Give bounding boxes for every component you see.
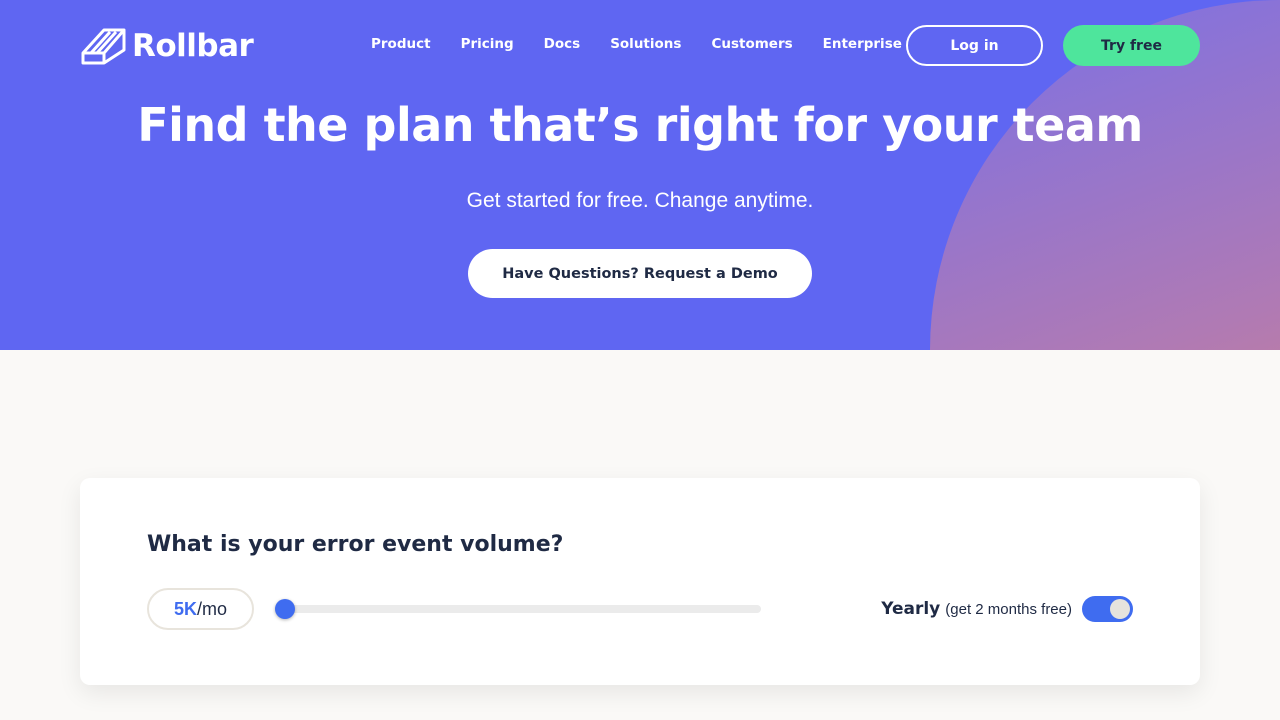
login-button[interactable]: Log in: [906, 25, 1043, 66]
pricing-calculator-card: What is your error event volume? 5K /mo …: [80, 478, 1200, 685]
billing-yearly-label: Yearly: [881, 599, 941, 619]
billing-note: (get 2 months free): [945, 600, 1072, 618]
yearly-toggle[interactable]: [1082, 596, 1133, 622]
volume-question: What is your error event volume?: [147, 532, 564, 557]
logo-text: Rollbar: [132, 28, 254, 64]
toggle-knob: [1110, 599, 1130, 619]
nav-docs[interactable]: Docs: [529, 36, 596, 52]
slider-track[interactable]: [275, 605, 761, 613]
volume-slider[interactable]: [275, 595, 761, 623]
billing-toggle-group: Yearly (get 2 months free): [881, 596, 1133, 622]
rollbar-logo[interactable]: Rollbar: [80, 26, 254, 66]
main-nav: Product Pricing Docs Solutions Customers…: [356, 36, 917, 52]
nav-pricing[interactable]: Pricing: [446, 36, 529, 52]
hero-section: Rollbar Product Pricing Docs Solutions C…: [0, 0, 1280, 350]
nav-customers[interactable]: Customers: [696, 36, 807, 52]
page-title: Find the plan that’s right for your team: [137, 98, 1143, 152]
nav-solutions[interactable]: Solutions: [595, 36, 696, 52]
request-demo-button[interactable]: Have Questions? Request a Demo: [468, 249, 812, 298]
nav-enterprise[interactable]: Enterprise: [808, 36, 917, 52]
volume-value: 5K: [173, 598, 197, 619]
nav-product[interactable]: Product: [356, 36, 446, 52]
hero-subtitle: Get started for free. Change anytime.: [466, 189, 814, 212]
rollbar-logo-icon: [81, 28, 126, 65]
try-free-button[interactable]: Try free: [1063, 25, 1200, 66]
volume-unit: /mo: [197, 598, 228, 619]
volume-display: 5K /mo: [147, 588, 254, 630]
slider-thumb[interactable]: [275, 599, 295, 619]
